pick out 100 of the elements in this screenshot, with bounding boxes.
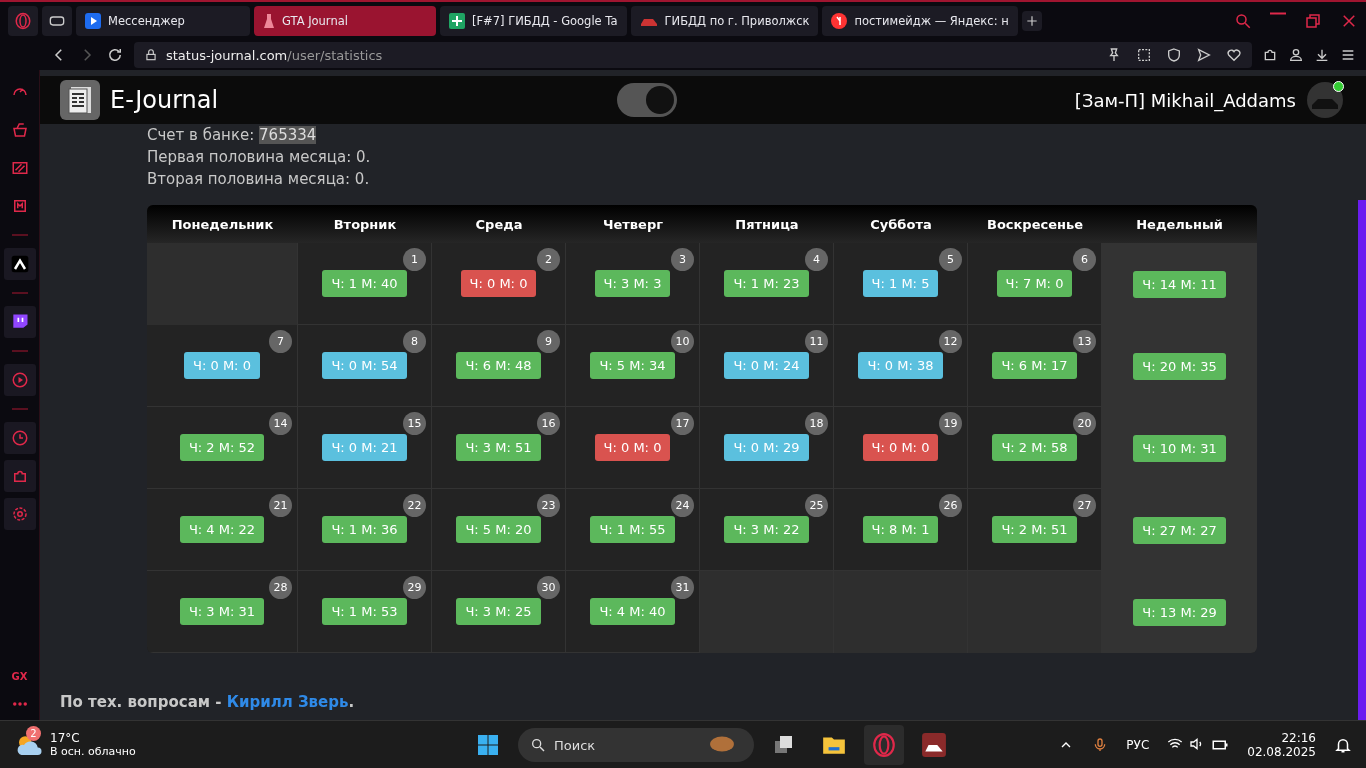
- time-label: Ч: 0 М: 0: [862, 434, 939, 461]
- day-number: 2: [537, 248, 560, 271]
- scrollbar[interactable]: [1358, 200, 1366, 720]
- lock-icon: [144, 48, 158, 62]
- time-label: Ч: 3 М: 31: [179, 598, 265, 625]
- browser-logo-icon[interactable]: [8, 6, 38, 36]
- new-tab-button[interactable]: [1021, 11, 1042, 31]
- settings-button[interactable]: [3, 498, 36, 530]
- gx-logo: GX: [11, 671, 28, 682]
- day-number: 20: [1073, 412, 1096, 435]
- search-icon: [530, 737, 546, 753]
- column-header: Пятница: [700, 205, 834, 243]
- address-field[interactable]: status-journal.com/user/statistics: [134, 42, 1252, 68]
- day-number: 31: [671, 576, 694, 599]
- play-icon: [85, 13, 101, 29]
- time-label: Ч: 3 М: 25: [456, 598, 541, 625]
- day-number: 8: [403, 330, 426, 353]
- screen-icon: [10, 159, 29, 177]
- column-header: Вторник: [298, 205, 432, 243]
- twitch-button[interactable]: [3, 306, 36, 338]
- day-number: 23: [537, 494, 560, 517]
- day-number: 22: [403, 494, 426, 517]
- column-header: Суббота: [834, 205, 968, 243]
- browser-tab[interactable]: ГИБДД по г. Приволжск: [630, 6, 819, 36]
- day-number: 27: [1073, 494, 1096, 517]
- day-number: 29: [403, 576, 426, 599]
- time-label: Ч: 6 М: 17: [992, 352, 1077, 379]
- time-label: Ч: 7 М: 0: [996, 270, 1073, 297]
- day-number: 1: [403, 248, 426, 271]
- time-label: Ч: 0 М: 21: [322, 434, 407, 461]
- theme-toggle[interactable]: [616, 83, 677, 117]
- time-label: Ч: 2 М: 51: [992, 516, 1077, 543]
- day-number: 13: [1073, 330, 1096, 353]
- day-number: 12: [939, 330, 962, 353]
- heart-icon: [1226, 47, 1242, 63]
- send-icon: [1196, 47, 1212, 63]
- browser-button[interactable]: [864, 725, 904, 765]
- profile-icon: [1288, 47, 1304, 63]
- browser-tab[interactable]: GTA Journal: [254, 6, 436, 36]
- search-field[interactable]: Поиск: [518, 728, 754, 762]
- week-total: Ч: 14 М: 11: [1133, 270, 1226, 298]
- menu-icon: [1340, 47, 1356, 63]
- peak-icon: [9, 254, 30, 274]
- time-label: Ч: 5 М: 34: [590, 352, 675, 379]
- settings-icon: [10, 505, 29, 523]
- day-number: 3: [671, 248, 694, 271]
- time-label: Ч: 0 М: 24: [724, 352, 809, 379]
- search-icon: [1234, 12, 1252, 30]
- clock-icon: [10, 429, 29, 447]
- day-number: 16: [537, 412, 560, 435]
- day-number: 15: [403, 412, 426, 435]
- minimize-icon: [1270, 12, 1286, 15]
- contact-link[interactable]: Кирилл Зверь: [226, 693, 349, 711]
- time-label: Ч: 1 М: 55: [590, 516, 675, 543]
- avatar[interactable]: [1306, 81, 1344, 119]
- week-total: Ч: 20 М: 35: [1133, 352, 1226, 380]
- clock-date: 02.08.2025: [1247, 744, 1316, 759]
- time-label: Ч: 0 М: 54: [322, 352, 407, 379]
- history-button[interactable]: [3, 422, 36, 454]
- extensions-button[interactable]: [3, 460, 36, 492]
- day-number: 5: [939, 248, 962, 271]
- bag-icon: [10, 121, 29, 139]
- time-label: Ч: 4 М: 40: [590, 598, 675, 625]
- time-label: Ч: 3 М: 22: [724, 516, 809, 543]
- site-title: E-Journal: [110, 86, 219, 114]
- windows-icon: [476, 733, 500, 757]
- day-number: 17: [671, 412, 694, 435]
- column-header: Понедельник: [147, 205, 298, 243]
- more-icon: [12, 702, 27, 706]
- plus-icon: [1024, 14, 1039, 28]
- player-button[interactable]: [3, 364, 36, 396]
- gamepad-icon[interactable]: [42, 6, 72, 36]
- time-label: Ч: 3 М: 51: [456, 434, 541, 461]
- weather-text: В осн. облачно: [50, 745, 136, 758]
- day-number: 4: [805, 248, 828, 271]
- day-number: 10: [671, 330, 694, 353]
- app-button[interactable]: [3, 248, 36, 280]
- day-number: 26: [939, 494, 962, 517]
- info-text: Вторая половина месяца: 0.: [147, 169, 371, 190]
- day-number: 9: [537, 330, 560, 353]
- time-label: Ч: 0 М: 0: [594, 434, 671, 461]
- play-icon: [10, 371, 29, 389]
- day-number: 30: [537, 576, 560, 599]
- info-text: Первая половина месяца: 0.: [147, 147, 372, 168]
- day-number: 24: [671, 494, 694, 517]
- language-indicator[interactable]: РУС: [1126, 737, 1150, 752]
- time-label: Ч: 3 М: 3: [594, 270, 671, 297]
- browser-tab[interactable]: постимейдж — Яндекс: н: [822, 6, 1018, 36]
- week-total: Ч: 13 М: 29: [1133, 598, 1226, 626]
- day-number: 6: [1073, 248, 1096, 271]
- time-label: Ч: 4 М: 22: [179, 516, 265, 543]
- day-number: 14: [269, 412, 292, 435]
- column-header: Воскресенье: [968, 205, 1102, 243]
- column-header: Среда: [432, 205, 566, 243]
- browser-tab[interactable]: Мессенджер: [76, 6, 250, 36]
- journal-logo-icon: [60, 80, 100, 120]
- close-icon: [1340, 12, 1358, 30]
- maximize-icon: [1304, 12, 1322, 30]
- download-icon: [1314, 47, 1330, 63]
- browser-tab[interactable]: [F#7] ГИБДД - Google Ta: [440, 6, 627, 36]
